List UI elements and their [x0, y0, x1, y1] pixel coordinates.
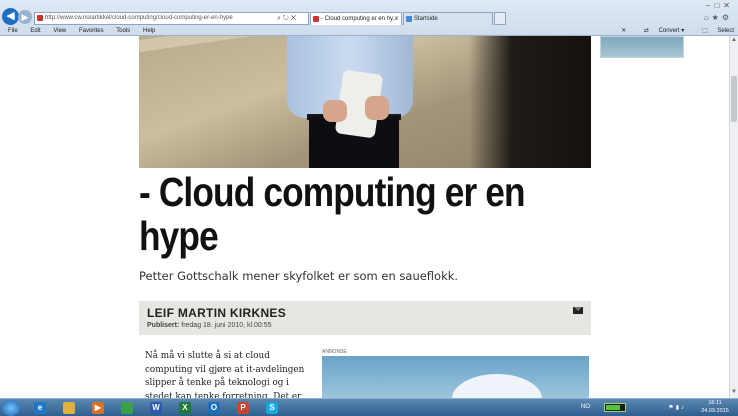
language-indicator[interactable]: NO: [581, 404, 590, 410]
tab-label: - Cloud computing er en hy...: [321, 16, 398, 22]
tray-icons[interactable]: ⚑▮♪: [668, 404, 686, 411]
select-button[interactable]: ⬚ Select: [694, 28, 734, 34]
tab-close-icon[interactable]: ✕: [394, 13, 399, 25]
back-button[interactable]: ◀: [2, 8, 19, 25]
word-icon: W: [150, 402, 162, 414]
clock-date: 24.09.2015: [701, 408, 729, 414]
cloud-shape: [452, 374, 542, 400]
scroll-up-icon[interactable]: ▲: [730, 36, 738, 44]
published-date: Publisert: fredag 18. juni 2010, kl.00:5…: [147, 322, 272, 329]
taskbar-app-ie[interactable]: e: [29, 400, 51, 416]
chrome-icon: [121, 402, 133, 414]
taskbar-app-media[interactable]: ▶: [87, 400, 109, 416]
close-icon[interactable]: ✕: [291, 15, 296, 22]
taskbar-app-skype[interactable]: S: [261, 400, 283, 416]
published-label: Publisert:: [147, 322, 180, 329]
window-controls[interactable]: –□✕: [706, 1, 734, 10]
browser-chrome: ◀ ▶ http://www.cw.no/artikkel/cloud-comp…: [0, 0, 738, 36]
convert-icon: ⇄: [643, 28, 649, 34]
address-tools[interactable]: ⌕ ↻ ✕: [277, 12, 296, 25]
taskbar: e ▶ W X O P S NO ⚑▮♪ 16:11 24.09.2015: [0, 398, 738, 416]
tab-startside[interactable]: Startside: [403, 12, 493, 25]
refresh-icon[interactable]: ↻: [283, 15, 289, 22]
window-close-icon[interactable]: ✕: [723, 1, 734, 10]
scroll-down-icon[interactable]: ▼: [730, 388, 738, 396]
clock-time: 16:11: [708, 400, 722, 406]
new-tab-button[interactable]: [494, 12, 506, 25]
menu-help[interactable]: Help: [143, 26, 155, 36]
menu-tools[interactable]: Tools: [116, 26, 130, 36]
home-icon[interactable]: ⌂: [704, 13, 712, 22]
menu-favorites[interactable]: Favorites: [79, 26, 104, 36]
taskbar-app-chrome[interactable]: [116, 400, 138, 416]
search-icon[interactable]: ⌕: [277, 15, 281, 22]
ie-icon: e: [34, 402, 46, 414]
curb-shape: [139, 36, 299, 52]
skype-icon: S: [266, 402, 278, 414]
article-hero-image: [139, 36, 591, 168]
hand-shape: [365, 96, 389, 120]
hand-shape: [323, 100, 347, 122]
ad-label: ANNONSE: [322, 349, 347, 355]
explorer-icon: [63, 402, 75, 414]
powerpoint-icon: P: [237, 402, 249, 414]
menu-edit[interactable]: Edit: [30, 26, 40, 36]
taskbar-app-outlook[interactable]: O: [203, 400, 225, 416]
taskbar-app-excel[interactable]: X: [174, 400, 196, 416]
page-scrollbar[interactable]: ▲ ▼: [729, 36, 738, 398]
site-favicon-icon: [37, 15, 43, 21]
select-label: Select: [717, 28, 734, 34]
command-bar: ✕ ⇄ Convert ▾ ⬚ Select: [613, 26, 734, 36]
byline-box: LEIF MARTIN KIRKNES Publisert: fredag 18…: [139, 301, 591, 335]
mail-icon[interactable]: [573, 307, 583, 314]
battery-icon[interactable]: [604, 403, 626, 412]
article-lede: Petter Gottschalk mener skyfolket er som…: [139, 269, 459, 283]
clock[interactable]: 16:11 24.09.2015: [700, 399, 730, 415]
tab-favicon-icon: [313, 16, 319, 22]
convert-button[interactable]: ⇄ Convert ▾: [636, 28, 684, 34]
select-icon: ⬚: [701, 28, 708, 34]
taskbar-app-explorer[interactable]: [58, 400, 80, 416]
excel-icon: X: [179, 402, 191, 414]
taskbar-app-word[interactable]: W: [145, 400, 167, 416]
published-value: fredag 18. juni 2010, kl.00:55: [181, 322, 272, 329]
author-name[interactable]: LEIF MARTIN KIRKNES: [147, 306, 286, 320]
tab-active[interactable]: - Cloud computing er en hy... ✕: [310, 12, 402, 25]
browser-toolbar-icons[interactable]: ⌂★⚙: [704, 13, 732, 22]
address-bar[interactable]: http://www.cw.no/artikkel/cloud-computin…: [34, 12, 309, 25]
taskbar-app-powerpoint[interactable]: P: [232, 400, 254, 416]
media-icon: ▶: [92, 402, 104, 414]
tab-label: Startside: [414, 16, 438, 22]
convert-label: Convert: [658, 28, 680, 34]
forward-button[interactable]: ▶: [18, 10, 32, 24]
menu-view[interactable]: View: [53, 26, 66, 36]
gear-icon[interactable]: ⚙: [722, 13, 732, 22]
menu-file[interactable]: File: [8, 26, 18, 36]
ad-image[interactable]: [322, 356, 589, 400]
shadow-shape: [469, 36, 591, 168]
close-icon[interactable]: ✕: [621, 28, 626, 34]
side-ad-image[interactable]: [600, 36, 684, 58]
article-headline: - Cloud computing er en hype: [139, 169, 526, 259]
maximize-icon[interactable]: □: [714, 1, 723, 10]
favorites-icon[interactable]: ★: [712, 13, 722, 22]
start-button[interactable]: [2, 400, 20, 416]
volume-icon[interactable]: ♪: [681, 405, 686, 411]
outlook-icon: O: [208, 402, 220, 414]
flag-icon[interactable]: ⚑: [668, 405, 675, 411]
scroll-thumb[interactable]: [731, 76, 737, 122]
address-text: http://www.cw.no/artikkel/cloud-computin…: [45, 15, 233, 21]
tab-favicon-icon: [406, 16, 412, 22]
